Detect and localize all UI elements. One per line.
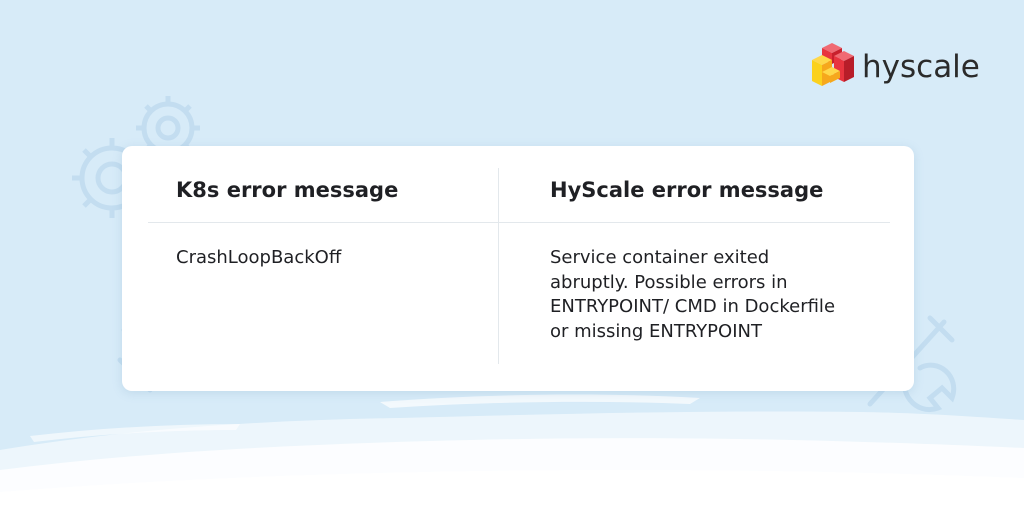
brand-logo: hyscale	[810, 42, 980, 92]
hyscale-error-cell: Service container exited abruptly. Possi…	[550, 246, 890, 344]
k8s-error-cell: CrashLoopBackOff	[176, 247, 342, 268]
bottom-wave	[0, 394, 1024, 512]
column-header-hyscale: HyScale error message	[550, 178, 824, 202]
hyscale-error-line: or missing ENTRYPOINT	[550, 320, 762, 342]
brand-name: hyscale	[862, 49, 980, 85]
hyscale-logo-icon	[812, 43, 854, 86]
column-header-k8s: K8s error message	[176, 178, 399, 202]
column-divider	[498, 168, 499, 364]
hyscale-error-line: Service container exited	[550, 247, 770, 268]
error-comparison-table: K8s error message HyScale error message …	[122, 146, 914, 391]
hyscale-error-line: ENTRYPOINT/ CMD in Dockerfile	[550, 296, 836, 317]
hyscale-error-line: abruptly. Possible errors in	[550, 271, 788, 293]
header-divider	[148, 222, 890, 223]
